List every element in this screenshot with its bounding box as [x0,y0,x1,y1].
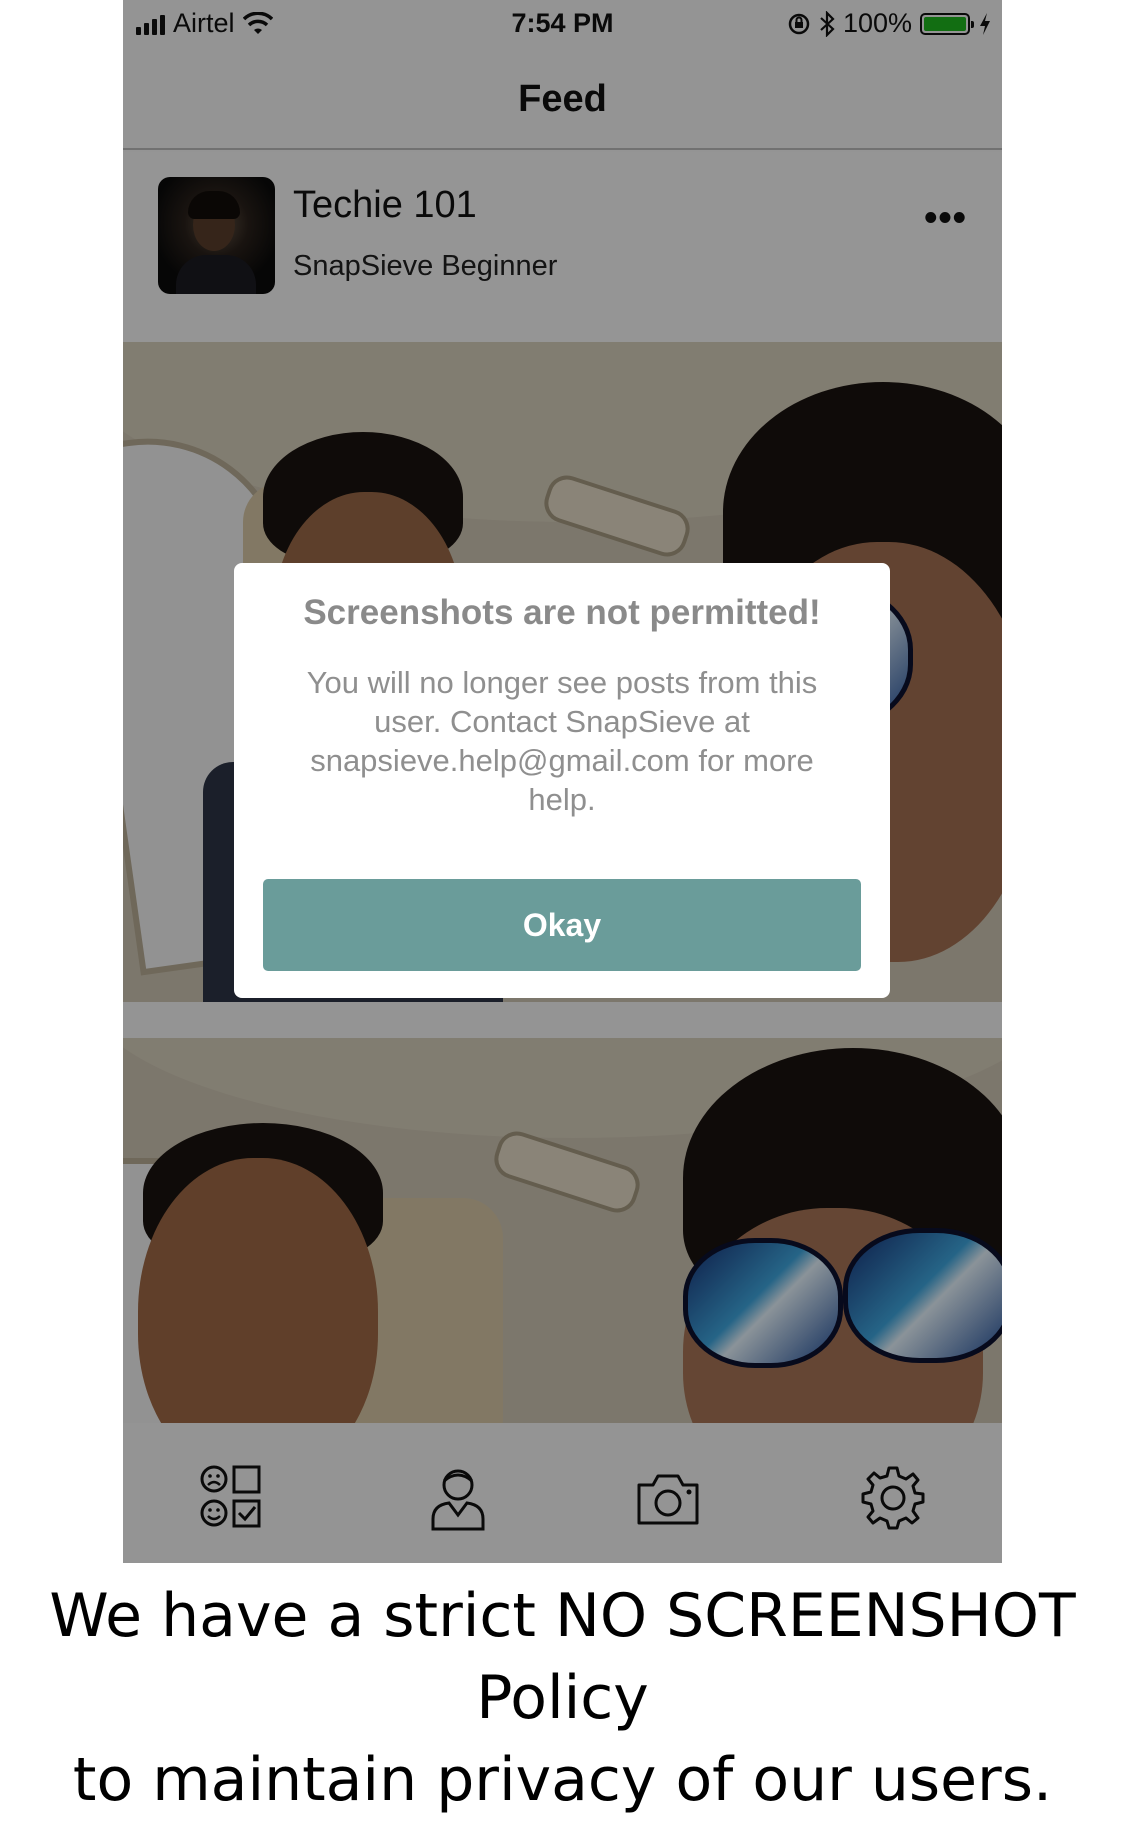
alert-title: Screenshots are not permitted! [303,593,821,632]
okay-button[interactable]: Okay [263,879,861,971]
alert-message: You will no longer see posts from this u… [306,665,818,817]
alert-dialog: Screenshots are not permitted! You will … [234,563,890,998]
caption-line-1: We have a strict NO SCREENSHOT Policy [49,1581,1076,1733]
caption-line-2: to maintain privacy of our users. [72,1745,1053,1815]
phone-screen: Airtel 7:54 PM 100% Feed Techie 101 Snap… [123,0,1002,1563]
caption: We have a strict NO SCREENSHOT Policy to… [0,1575,1125,1821]
